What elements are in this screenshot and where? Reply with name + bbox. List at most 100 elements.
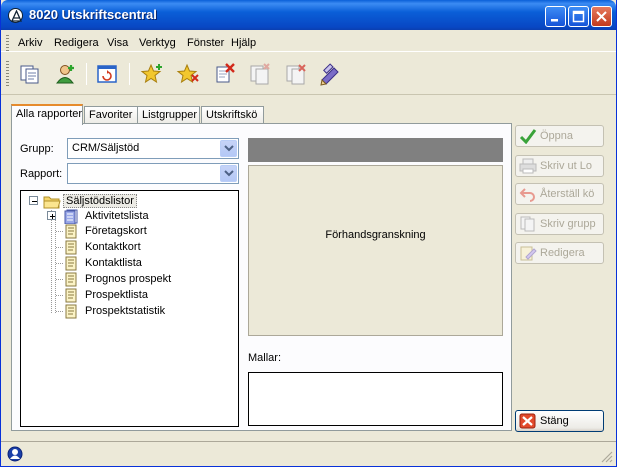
grupp-dropdown-button[interactable] [220,140,237,157]
checkmark-icon [519,129,537,144]
status-bar [1,441,616,466]
document-icon [65,256,77,271]
close-x-icon [519,413,536,429]
tree-line [56,279,63,280]
report-tree[interactable]: Säljstödslistor Aktivitetslista Företags… [20,190,239,427]
maximize-button[interactable] [568,6,589,27]
rapport-label: Rapport: [20,168,63,180]
edit-icon [520,246,537,261]
menu-grip[interactable] [6,35,9,51]
document-icon [65,288,77,303]
document-icon [65,304,77,319]
delete-page-icon [216,63,235,83]
tab-label: Favoriter [89,109,133,121]
print-file-button[interactable]: Skriv ut Lo [515,155,604,177]
tab-label: Utskriftskö [206,109,258,121]
menu-bar: Arkiv Redigera Visa Verktyg Fönster Hjäl… [1,30,616,52]
tree-item-label: Prospektstatistik [85,305,166,317]
book-icon [64,209,78,224]
print-group-button-label: Skriv grupp [540,218,596,230]
menu-fonster[interactable]: Fönster [187,37,224,49]
menu-visa[interactable]: Visa [107,37,128,49]
tree-item-label: Kontaktkort [85,241,141,253]
toolbar-separator [86,63,87,85]
grupp-select[interactable]: CRM/Säljstöd [67,138,239,159]
tree-collapse-button[interactable] [29,196,38,205]
menu-arkiv[interactable]: Arkiv [18,37,42,49]
add-favorite-tool-button[interactable] [139,61,165,87]
plus-icon [50,214,55,219]
tree-item-label: Prognos prospekt [85,273,172,285]
toolbar-separator [129,63,130,85]
rapport-dropdown-button[interactable] [220,165,237,182]
reset-queue-button-label: Återställ kö [540,188,595,200]
refresh-tool-button[interactable] [94,61,120,87]
tree-line [56,263,63,264]
tab-alla-rapporter[interactable]: Alla rapporter [11,104,83,125]
close-button-label: Stäng [540,415,569,427]
user-status-icon [7,446,23,462]
mallar-label: Mallar: [248,352,282,364]
open-button[interactable]: Öppna [515,125,604,147]
document-icon [65,240,77,255]
open-button-label: Öppna [540,130,574,142]
edit-button-label: Redigera [540,247,585,259]
rapport-select[interactable] [67,163,239,184]
tree-root-label: Säljstödslistor [63,194,137,208]
tab-label: Listgrupper [142,109,198,121]
delete-report-tool-button[interactable] [212,61,238,87]
minimize-button[interactable] [545,6,566,27]
document-icon [65,272,77,287]
remove-favorite-tool-button[interactable] [175,61,201,87]
window-title: 8020 Utskriftscentral [29,7,157,22]
title-bar[interactable]: 8020 Utskriftscentral [1,0,616,30]
add-user-tool-button[interactable] [53,61,79,87]
tree-line [56,247,63,248]
grupp-label: Grupp: [20,143,54,155]
pages-icon [520,216,535,232]
group-report-tool-button[interactable] [247,61,273,87]
folder-open-icon [43,196,61,209]
tree-line [56,295,63,296]
reset-queue-button[interactable]: Återställ kö [515,183,604,205]
menu-verktyg[interactable]: Verktyg [139,37,176,49]
tree-item-label: Prospektlista [85,289,148,301]
tree-item-label: Företagskort [85,225,147,237]
grupp-selected-value: CRM/Säljstöd [72,142,140,154]
edit-tool-button[interactable] [317,61,343,87]
tree-item-label: Aktivitetslista [85,210,149,222]
tree-expand-button[interactable] [47,211,56,220]
tab-listgrupper[interactable]: Listgrupper [137,106,200,124]
reports-tool-button[interactable] [17,61,43,87]
resize-grip-icon[interactable] [601,451,613,463]
star-add-icon [140,63,162,84]
tree-item-label: Kontaktlista [85,257,142,269]
print-group-button[interactable]: Skriv grupp [515,213,604,235]
close-window-button[interactable] [591,6,612,27]
undo-arrow-icon [519,188,535,202]
tree-line [55,218,56,314]
close-icon [596,11,607,22]
add-user-icon [56,65,74,84]
minimize-icon [551,19,558,22]
menu-hjalp[interactable]: Hjälp [231,37,256,49]
close-button[interactable]: Stäng [515,410,604,432]
edit-button[interactable]: Redigera [515,242,604,264]
refresh-window-icon [97,65,117,83]
print-file-button-label: Skriv ut Lo [540,160,592,172]
edit-pen-icon [320,63,339,86]
tab-utskriftsko[interactable]: Utskriftskö [201,106,264,124]
document-icon [65,224,77,239]
toolbar-grip[interactable] [6,61,9,87]
preview-placeholder: Förhandsgranskning [325,229,426,241]
menu-redigera[interactable]: Redigera [54,37,99,49]
preview-header-bar [248,138,503,162]
mallar-list[interactable] [248,372,503,426]
app-window: 8020 Utskriftscentral Arkiv Redigera Vis… [0,0,617,467]
pages-disabled-icon [250,63,270,85]
preview-pane: Förhandsgranskning [248,165,503,336]
app-logo-icon [8,8,23,23]
tab-favoriter[interactable]: Favoriter [84,106,145,124]
star-remove-icon [176,63,199,84]
remove-group-tool-button[interactable] [283,61,309,87]
